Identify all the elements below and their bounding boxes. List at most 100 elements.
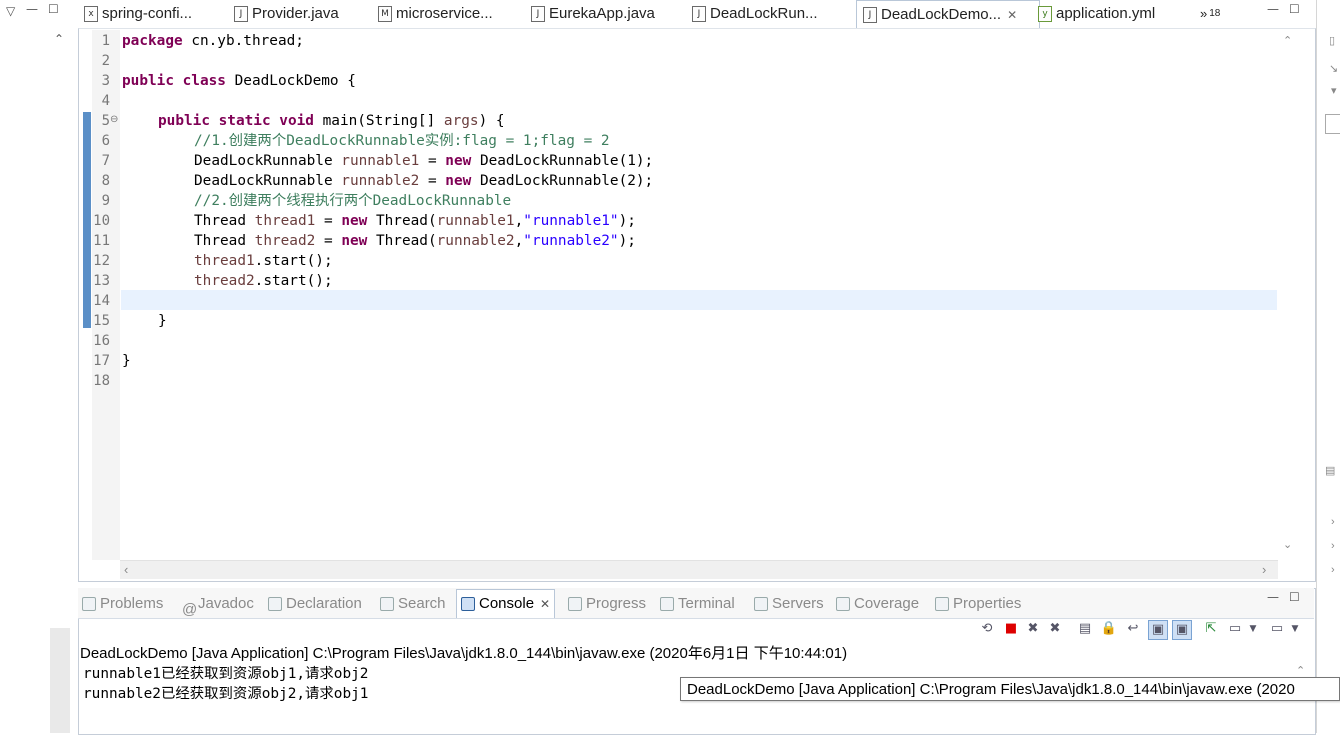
coverage-icon [836,597,850,611]
tab-problems[interactable]: Problems [82,592,163,616]
chevron-right-icon[interactable]: › [1331,540,1335,552]
code-line[interactable]: DeadLockRunnable runnable1 = new DeadLoc… [194,151,653,171]
clear-console-icon[interactable]: ▤ [1076,620,1094,638]
line-number: 18 [93,373,110,389]
tab-declaration[interactable]: Declaration [268,592,362,616]
editor-horizontal-scrollbar[interactable]: ‹ › [120,560,1278,579]
tab-properties[interactable]: Properties [935,592,1021,616]
left-scrollbar[interactable] [50,628,70,733]
code-text: ); [618,213,636,229]
keyword: public class [122,73,226,89]
code-line[interactable]: thread1.start(); [194,251,333,271]
java-file-icon: J [531,6,545,22]
tab-progress[interactable]: Progress [568,592,646,616]
code-line[interactable]: public static void main(String[] args) { [158,111,505,131]
close-tab-icon[interactable]: ✕ [1007,1,1017,29]
close-tab-icon[interactable]: ✕ [540,590,550,618]
scroll-down-icon[interactable]: ⌄ [1283,538,1292,551]
tab-eurekaapp-java[interactable]: J EurekaApp.java [531,0,655,28]
panel-maximize-icon[interactable]: ☐ [1289,590,1300,604]
tab-javadoc[interactable]: @ Javadoc [182,592,254,618]
tab-label: DeadLockDemo... [881,6,1002,23]
code-line[interactable]: } [122,351,131,371]
tab-spring-config[interactable]: x spring-confi... [84,0,192,28]
string-literal: "runnable2" [523,233,619,249]
outline-icon[interactable]: ▤ [1325,464,1335,477]
tab-application-yml[interactable]: y application.yml [1038,0,1155,28]
pin-icon[interactable]: ↘ [1329,62,1338,75]
code-line[interactable]: Thread thread1 = new Thread(runnable1,"r… [194,211,636,231]
chevron-right-icon[interactable]: › [1331,516,1335,528]
minimize-icon[interactable]: — [26,2,38,16]
word-wrap-icon[interactable]: ↩ [1124,620,1142,638]
maximize-icon[interactable]: ☐ [48,2,59,16]
scroll-up-icon[interactable]: ⌃ [54,32,64,46]
tab-label: DeadLockRun... [710,5,818,22]
code-line[interactable]: public class DeadLockDemo { [122,71,356,91]
line-number: 2 [101,53,110,69]
remove-launch-icon[interactable]: ✖ [1024,620,1042,638]
code-comment[interactable]: //2.创建两个线程执行两个DeadLockRunnable [194,191,511,211]
remove-all-icon[interactable]: ✖ [1046,620,1064,638]
tab-deadlockdemo[interactable]: J DeadLockDemo... ✕ [856,0,1040,29]
tab-coverage[interactable]: Coverage [836,592,919,616]
code-comment[interactable]: //1.创建两个DeadLockRunnable实例:flag = 1;flag… [194,131,610,151]
flashlight-icon [380,597,394,611]
code-line[interactable]: } [158,311,167,331]
java-file-icon: J [863,7,877,23]
trim-icon[interactable]: ▯ [1329,34,1335,47]
tab-label: Console [479,595,535,612]
tab-label: Declaration [286,595,362,612]
code-text: = [315,213,342,229]
chevron-down-icon[interactable]: ▼ [1244,620,1262,638]
chevron-right-icon[interactable]: › [1331,564,1335,576]
tab-search[interactable]: Search [380,592,446,616]
relaunch-icon[interactable]: ⟲ [978,620,996,638]
editor-minimize-icon[interactable]: — [1267,2,1279,16]
chevron-down-icon[interactable]: ▼ [1286,620,1304,638]
terminate-icon[interactable]: ■ [1002,620,1020,638]
show-on-error-icon[interactable]: ▣ [1172,620,1192,640]
code-line[interactable]: thread2.start(); [194,271,333,291]
scroll-up-icon[interactable]: ⌃ [1283,34,1292,47]
console-output-line[interactable]: runnable2已经获取到资源obj2,请求obj1 [83,684,368,704]
tab-label: Javadoc [198,595,254,612]
tab-servers[interactable]: Servers [754,592,824,616]
tab-label: spring-confi... [102,5,193,22]
line-number: 1 [101,33,110,49]
tab-provider-java[interactable]: J Provider.java [234,0,339,28]
new-console-icon[interactable]: ▭ [1268,620,1286,638]
panel-minimize-icon[interactable]: — [1267,590,1279,604]
tab-label: Terminal [678,595,735,612]
line-number: 3 [101,73,110,89]
code-text: DeadLockDemo { [225,73,356,89]
scroll-up-icon[interactable]: ⌃ [1296,664,1305,677]
fold-collapse-icon[interactable]: ⊖ [110,114,118,125]
tab-label: Properties [953,595,1022,612]
show-on-output-icon[interactable]: ▣ [1148,620,1168,640]
scroll-lock-icon[interactable]: 🔒 [1100,620,1118,638]
scroll-right-icon[interactable]: › [1262,562,1266,577]
tab-terminal[interactable]: Terminal [660,592,735,616]
variable: args [443,113,479,129]
editor-vertical-scrollbar[interactable]: ⌃ ⌄ [1278,30,1298,560]
pin-console-icon[interactable]: ⇱ [1202,620,1220,638]
tab-console[interactable]: Console ✕ [456,589,556,618]
code-line[interactable]: DeadLockRunnable runnable2 = new DeadLoc… [194,171,653,191]
code-line[interactable]: Thread thread2 = new Thread(runnable2,"r… [194,231,636,251]
code-line[interactable]: package cn.yb.thread; [122,31,304,51]
console-output-line[interactable]: runnable1已经获取到资源obj1,请求obj2 [83,664,368,684]
tab-microservice[interactable]: M microservice... [378,0,493,28]
right-minimized-view: ▯ ↘ ▾ ▤ › › › [1316,0,1340,733]
view-menu-chevron-icon[interactable]: ▽ [6,4,15,18]
tab-label: Progress [586,595,647,612]
display-console-icon[interactable]: ▭ [1226,620,1244,638]
line-number: 12 [93,253,110,269]
tab-deadlockrunnable[interactable]: J DeadLockRun... [692,0,818,28]
tab-overflow-button[interactable]: » 18 [1200,0,1220,28]
dropdown-icon[interactable]: ▾ [1331,84,1337,97]
filter-input[interactable] [1325,114,1340,134]
variable: runnable1 [341,153,420,169]
editor-maximize-icon[interactable]: ☐ [1289,2,1300,16]
scroll-left-icon[interactable]: ‹ [124,562,128,577]
